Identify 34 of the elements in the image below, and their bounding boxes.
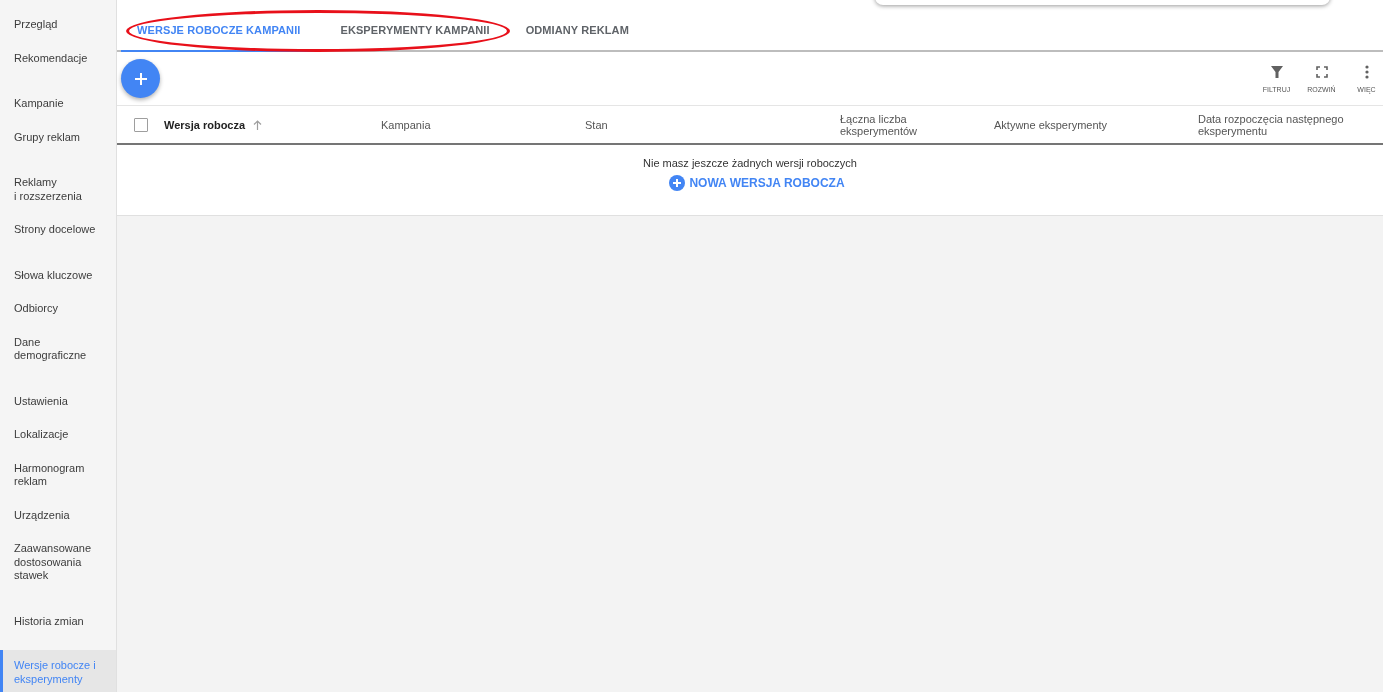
- sidebar-item[interactable]: Zaawansowane dostosowania stawek: [0, 536, 116, 589]
- sidebar-item[interactable]: Grupy reklam: [0, 124, 116, 150]
- column-header[interactable]: Kampania: [381, 118, 431, 131]
- plus-icon: [133, 71, 148, 86]
- column-header[interactable]: Aktywne eksperymenty: [994, 118, 1108, 131]
- column-header[interactable]: Data rozpoczęcia następnego eksperymentu: [1198, 112, 1383, 137]
- filter-icon: [1269, 64, 1284, 79]
- empty-message: Nie masz jeszcze żadnych wersji roboczych: [643, 157, 857, 169]
- sidebar-item[interactable]: Kampanie: [0, 91, 116, 117]
- new-draft-button[interactable]: NOWA WERSJA ROBOCZA: [655, 175, 845, 191]
- sidebar-item[interactable]: Odbiorcy: [0, 296, 116, 322]
- sidebar-item[interactable]: Reklamy i rozszerzenia: [0, 170, 116, 209]
- sidebar-item[interactable]: Lokalizacje: [0, 422, 116, 448]
- sidebar-item[interactable]: Słowa kluczowe: [0, 262, 116, 288]
- column-header[interactable]: Łączna liczba eksperymentów: [840, 112, 981, 137]
- sidebar-item[interactable]: Dane demograficzne: [0, 329, 116, 369]
- tab[interactable]: EKSPERYMENTY KAMPANII: [316, 0, 510, 52]
- checkbox[interactable]: [134, 117, 148, 132]
- tab[interactable]: ODMIANY REKLAM: [509, 0, 645, 52]
- sidebar-item[interactable]: Strony docelowe: [0, 217, 116, 243]
- add-circle-icon: [669, 175, 686, 191]
- more-icon: [1364, 64, 1369, 79]
- sort-arrow-icon: [253, 119, 263, 130]
- fullscreen-icon: [1315, 64, 1328, 79]
- sidebar-item[interactable]: Historia zmian: [0, 608, 116, 634]
- sidebar-item[interactable]: Ustawienia: [0, 388, 116, 414]
- column-header[interactable]: Stan: [585, 118, 608, 131]
- sidebar-item[interactable]: Harmonogram reklam: [0, 455, 116, 495]
- add-button[interactable]: [121, 59, 160, 98]
- sidebar-item[interactable]: Rekomendacje: [0, 45, 116, 71]
- sidebar-item[interactable]: Urządzenia: [0, 502, 116, 528]
- column-header[interactable]: Wersja robocza: [164, 118, 246, 131]
- tab[interactable]: WERSJE ROBOCZE KAMPANII: [121, 0, 317, 52]
- sidebar-item[interactable]: Przegląd: [0, 12, 116, 38]
